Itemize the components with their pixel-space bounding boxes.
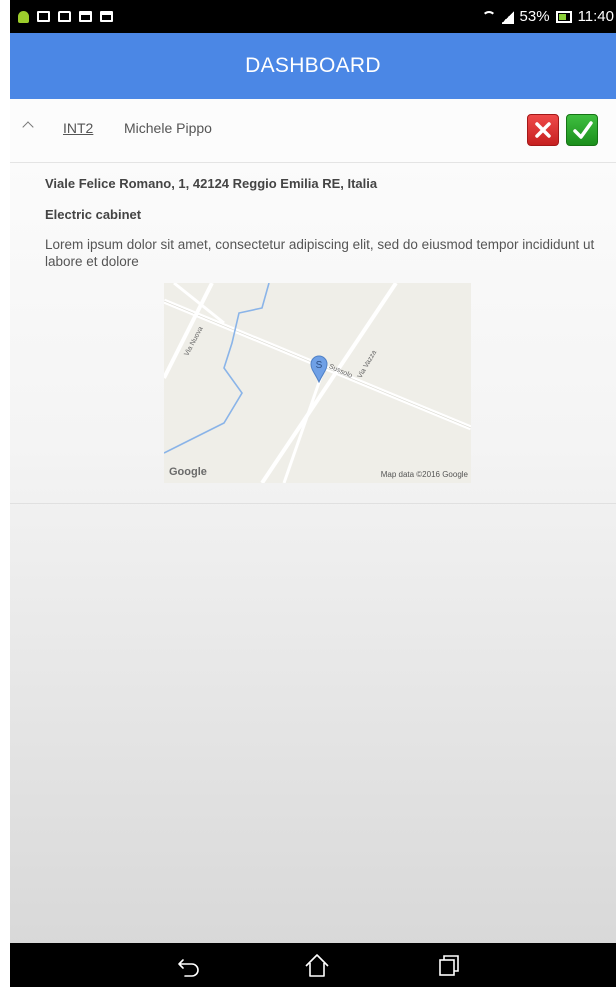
map-view[interactable]: Via Nuova Via Vazza Sussolo S Google Map… (164, 283, 471, 483)
task-person: Michele Pippo (124, 120, 212, 136)
divider (10, 503, 616, 504)
status-bar: 53% 11:40 (10, 0, 616, 33)
task-code-link[interactable]: INT2 (63, 120, 93, 136)
map-logo: Google (169, 466, 207, 478)
battery-icon (555, 10, 572, 23)
navigation-bar (10, 943, 616, 987)
map-marker-icon[interactable]: S (309, 355, 329, 383)
task-description: Lorem ipsum dolor sit amet, consectetur … (45, 237, 595, 269)
page-title: DASHBOARD (245, 54, 381, 77)
accept-button[interactable] (566, 114, 598, 146)
task-category: Electric cabinet (45, 207, 142, 222)
app-header: DASHBOARD (10, 33, 616, 99)
status-bar-system: 53% 11:40 (481, 8, 616, 25)
map-attribution: Map data ©2016 Google (380, 470, 468, 479)
folder-icon (58, 11, 71, 22)
signal-icon (501, 9, 514, 24)
task-address: Viale Felice Romano, 1, 42124 Reggio Emi… (45, 176, 378, 191)
task-row[interactable]: INT2 Michele Pippo (10, 99, 616, 163)
status-bar-notifications (10, 10, 113, 23)
back-icon[interactable] (175, 951, 203, 979)
shopping-bag-icon (100, 11, 113, 22)
map-marker-label: S (316, 360, 323, 371)
chevron-up-icon[interactable] (22, 121, 34, 133)
recent-apps-icon[interactable] (435, 951, 463, 979)
home-icon[interactable] (303, 951, 331, 979)
map-roads (164, 283, 471, 483)
shopping-bag-icon (79, 11, 92, 22)
close-icon (535, 122, 551, 138)
battery-percent: 53% (519, 8, 550, 25)
gallery-icon (37, 11, 50, 22)
reject-button[interactable] (527, 114, 559, 146)
clock: 11:40 (577, 8, 614, 25)
check-icon (573, 121, 593, 139)
wifi-icon (481, 10, 496, 23)
app-screen: 53% 11:40 DASHBOARD INT2 Michele Pippo V… (10, 0, 616, 987)
android-icon (18, 10, 29, 23)
